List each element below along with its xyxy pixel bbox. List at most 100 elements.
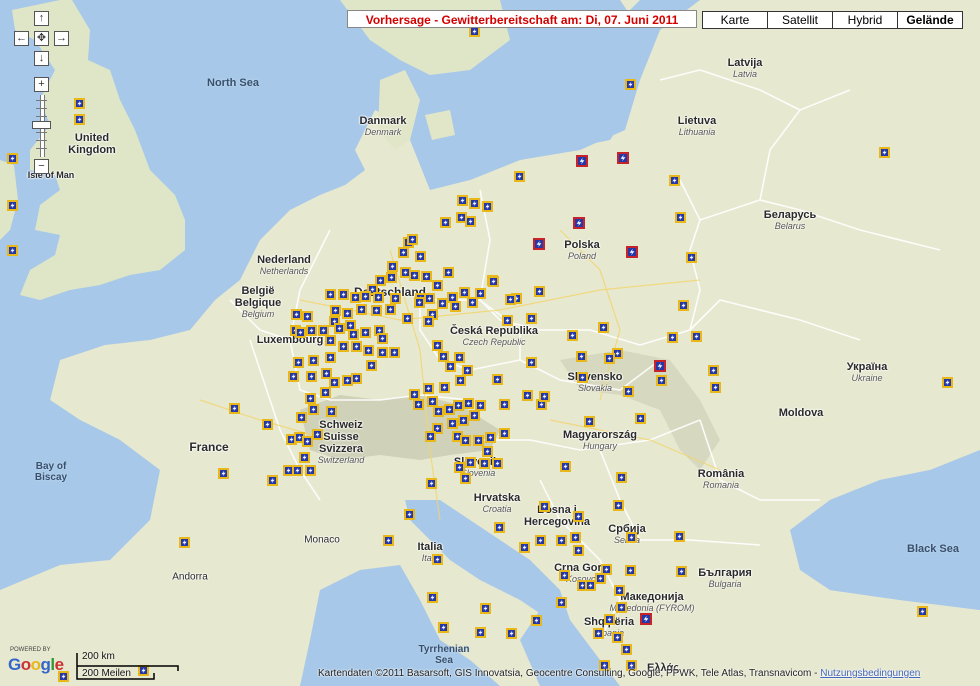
lightning-icon[interactable] bbox=[556, 597, 567, 608]
zoom-slider-thumb[interactable] bbox=[32, 121, 51, 129]
lightning-icon[interactable] bbox=[708, 365, 719, 376]
lightning-icon[interactable] bbox=[437, 298, 448, 309]
lightning-icon[interactable] bbox=[710, 382, 721, 393]
lightning-icon[interactable] bbox=[617, 152, 629, 164]
lightning-icon[interactable] bbox=[598, 322, 609, 333]
lightning-icon[interactable] bbox=[404, 509, 415, 520]
lightning-icon[interactable] bbox=[330, 305, 341, 316]
lightning-icon[interactable] bbox=[626, 246, 638, 258]
lightning-icon[interactable] bbox=[454, 462, 465, 473]
lightning-icon[interactable] bbox=[616, 472, 627, 483]
lightning-icon[interactable] bbox=[534, 286, 545, 297]
lightning-icon[interactable] bbox=[469, 410, 480, 421]
lightning-icon[interactable] bbox=[623, 386, 634, 397]
lightning-icon[interactable] bbox=[293, 357, 304, 368]
lightning-icon[interactable] bbox=[7, 153, 18, 164]
lightning-icon[interactable] bbox=[348, 329, 359, 340]
lightning-icon[interactable] bbox=[325, 352, 336, 363]
lightning-icon[interactable] bbox=[488, 276, 499, 287]
lightning-icon[interactable] bbox=[570, 532, 581, 543]
lightning-icon[interactable] bbox=[635, 413, 646, 424]
lightning-icon[interactable] bbox=[320, 387, 331, 398]
lightning-icon[interactable] bbox=[499, 428, 510, 439]
lightning-icon[interactable] bbox=[356, 304, 367, 315]
lightning-icon[interactable] bbox=[463, 398, 474, 409]
lightning-icon[interactable] bbox=[676, 566, 687, 577]
lightning-icon[interactable] bbox=[338, 341, 349, 352]
lightning-icon[interactable] bbox=[334, 323, 345, 334]
lightning-icon[interactable] bbox=[415, 251, 426, 262]
lightning-icon[interactable] bbox=[480, 603, 491, 614]
lightning-icon[interactable] bbox=[291, 309, 302, 320]
lightning-icon[interactable] bbox=[351, 341, 362, 352]
lightning-icon[interactable] bbox=[445, 361, 456, 372]
lightning-icon[interactable] bbox=[604, 614, 615, 625]
lightning-icon[interactable] bbox=[432, 554, 443, 565]
lightning-icon[interactable] bbox=[302, 311, 313, 322]
lightning-icon[interactable] bbox=[612, 632, 623, 643]
lightning-icon[interactable] bbox=[691, 331, 702, 342]
lightning-icon[interactable] bbox=[625, 565, 636, 576]
lightning-icon[interactable] bbox=[371, 305, 382, 316]
lightning-icon[interactable] bbox=[613, 500, 624, 511]
lightning-icon[interactable] bbox=[519, 542, 530, 553]
terrain-map[interactable]: North Sea United Kingdom Isle of Man Dan… bbox=[0, 0, 980, 686]
lightning-icon[interactable] bbox=[482, 201, 493, 212]
lightning-icon[interactable] bbox=[614, 585, 625, 596]
lightning-icon[interactable] bbox=[409, 270, 420, 281]
lightning-icon[interactable] bbox=[917, 606, 928, 617]
lightning-icon[interactable] bbox=[267, 475, 278, 486]
lightning-icon[interactable] bbox=[385, 304, 396, 315]
lightning-icon[interactable] bbox=[621, 644, 632, 655]
lightning-icon[interactable] bbox=[573, 217, 585, 229]
map-type-satellit[interactable]: Satellit bbox=[767, 11, 833, 29]
lightning-icon[interactable] bbox=[350, 292, 361, 303]
lightning-icon[interactable] bbox=[576, 351, 587, 362]
lightning-icon[interactable] bbox=[492, 374, 503, 385]
lightning-icon[interactable] bbox=[473, 435, 484, 446]
map-type-hybrid[interactable]: Hybrid bbox=[832, 11, 898, 29]
lightning-icon[interactable] bbox=[567, 330, 578, 341]
lightning-icon[interactable] bbox=[678, 300, 689, 311]
lightning-icon[interactable] bbox=[360, 327, 371, 338]
lightning-icon[interactable] bbox=[423, 383, 434, 394]
lightning-icon[interactable] bbox=[74, 114, 85, 125]
lightning-icon[interactable] bbox=[456, 212, 467, 223]
lightning-icon[interactable] bbox=[390, 293, 401, 304]
lightning-icon[interactable] bbox=[460, 435, 471, 446]
lightning-icon[interactable] bbox=[601, 564, 612, 575]
lightning-icon[interactable] bbox=[360, 291, 371, 302]
lightning-icon[interactable] bbox=[526, 357, 537, 368]
lightning-icon[interactable] bbox=[584, 416, 595, 427]
lightning-icon[interactable] bbox=[667, 332, 678, 343]
zoom-in-button[interactable]: + bbox=[34, 77, 49, 92]
lightning-icon[interactable] bbox=[377, 333, 388, 344]
lightning-icon[interactable] bbox=[559, 570, 570, 581]
zoom-out-button[interactable]: − bbox=[34, 159, 49, 174]
terms-link[interactable]: Nutzungsbedingungen bbox=[820, 668, 920, 679]
lightning-icon[interactable] bbox=[560, 461, 571, 472]
lightning-icon[interactable] bbox=[457, 195, 468, 206]
lightning-icon[interactable] bbox=[479, 458, 490, 469]
lightning-icon[interactable] bbox=[299, 452, 310, 463]
lightning-icon[interactable] bbox=[482, 446, 493, 457]
lightning-icon[interactable] bbox=[526, 313, 537, 324]
map-type-karte[interactable]: Karte bbox=[702, 11, 768, 29]
lightning-icon[interactable] bbox=[522, 390, 533, 401]
lightning-icon[interactable] bbox=[432, 340, 443, 351]
lightning-icon[interactable] bbox=[674, 531, 685, 542]
lightning-icon[interactable] bbox=[433, 406, 444, 417]
lightning-icon[interactable] bbox=[455, 375, 466, 386]
lightning-icon[interactable] bbox=[625, 79, 636, 90]
lightning-icon[interactable] bbox=[626, 532, 637, 543]
lightning-icon[interactable] bbox=[531, 615, 542, 626]
lightning-icon[interactable] bbox=[535, 535, 546, 546]
lightning-icon[interactable] bbox=[413, 399, 424, 410]
lightning-icon[interactable] bbox=[308, 404, 319, 415]
lightning-icon[interactable] bbox=[262, 419, 273, 430]
lightning-icon[interactable] bbox=[494, 522, 505, 533]
lightning-icon[interactable] bbox=[325, 335, 336, 346]
lightning-icon[interactable] bbox=[326, 406, 337, 417]
lightning-icon[interactable] bbox=[305, 465, 316, 476]
lightning-icon[interactable] bbox=[306, 371, 317, 382]
